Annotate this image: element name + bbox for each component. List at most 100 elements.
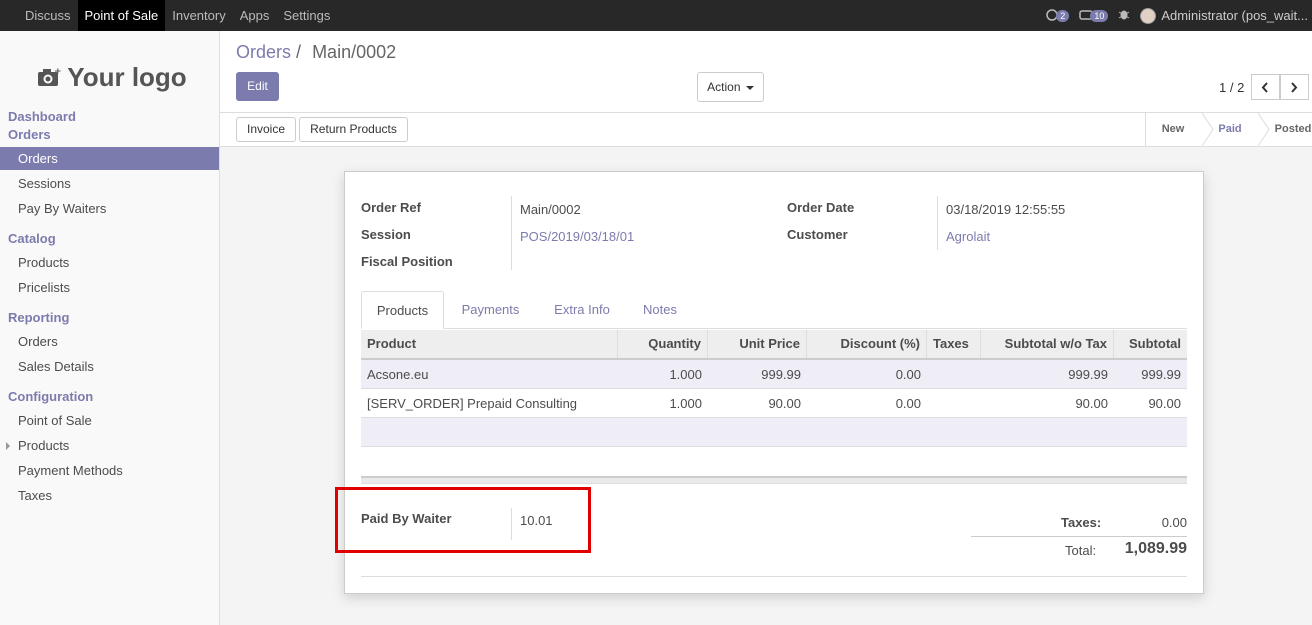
cell-product: [SERV_ORDER] Prepaid Consulting [367,396,578,411]
column-subtotal[interactable]: Subtotal [1114,330,1187,358]
cell-unit-price: 999.99 [761,367,801,382]
menu-point-of-sale[interactable]: Point of Sale [77,0,166,31]
sidebar-item-reporting-orders[interactable]: Orders [0,330,219,353]
column-quantity[interactable]: Quantity [618,330,708,358]
customer-label: Customer [787,227,848,242]
breadcrumb: Orders / Main/0002 [236,42,396,63]
order-date-value: 03/18/2019 12:55:55 [946,202,1066,217]
cell-subtotal: 999.99 [1141,367,1181,382]
cell-discount: 0.00 [895,396,921,411]
stage-divider [1145,113,1146,146]
total-value: 1,089.99 [1124,540,1187,557]
cell-unit-price: 90.00 [768,396,801,411]
cell-product: Acsone.eu [367,367,429,382]
sidebar: + Your logo Dashboard Orders Orders Sess… [0,31,220,625]
tab-notes[interactable]: Notes [631,291,689,329]
tab-products[interactable]: Products [361,291,444,329]
debug-bug-icon[interactable] [1118,8,1130,24]
sidebar-item-config-products[interactable]: Products [0,434,219,457]
total-label: Total: [1065,543,1097,558]
paid-by-waiter-label: Paid By Waiter [361,511,452,526]
return-products-button[interactable]: Return Products [299,117,408,142]
company-logo[interactable]: + Your logo [24,45,200,109]
field-divider [511,196,512,270]
column-discount[interactable]: Discount (%) [807,330,927,358]
camera-icon: + [38,67,61,86]
breadcrumb-orders-link[interactable]: Orders [236,42,291,62]
table-row[interactable]: [SERV_ORDER] Prepaid Consulting 1.000 90… [361,389,1187,418]
sheet-bottom-divider [361,576,1187,577]
cell-taxes [927,389,981,418]
field-divider [937,196,938,250]
tab-extra-info[interactable]: Extra Info [539,291,625,329]
chat-button[interactable]: 2 [1045,9,1070,22]
field-divider [511,508,512,540]
action-dropdown[interactable]: Action [697,72,764,102]
menu-settings[interactable]: Settings [276,0,337,31]
stage-new[interactable]: New [1152,113,1194,146]
order-ref-label: Order Ref [361,200,421,215]
activity-button[interactable]: 10 [1079,9,1109,22]
stage-posted[interactable]: Posted [1271,113,1312,146]
cell-discount: 0.00 [895,367,921,382]
sidebar-item-pay-by-waiters[interactable]: Pay By Waiters [0,197,219,220]
customer-link[interactable]: Agrolait [946,229,990,244]
column-unit-price[interactable]: Unit Price [708,330,807,358]
section-dashboard[interactable]: Dashboard [8,109,76,124]
section-catalog: Catalog [8,231,56,246]
sidebar-item-point-of-sale[interactable]: Point of Sale [0,409,219,432]
user-name: Administrator (pos_wait... [1161,8,1308,23]
pager-next-button[interactable] [1280,74,1309,100]
breadcrumb-separator: / [296,42,302,62]
tab-payments[interactable]: Payments [449,291,532,329]
cell-subtotal-wo-tax: 90.00 [1075,396,1108,411]
stage-paid[interactable]: Paid [1212,113,1248,146]
form-sheet: Order Ref Session Fiscal Position Main/0… [335,171,1204,594]
section-reporting: Reporting [8,310,70,325]
taxes-total-label: Taxes: [1061,515,1102,530]
pager-value[interactable]: 1 / 2 [1219,80,1244,95]
caret-down-icon [745,85,754,90]
cell-subtotal-wo-tax: 999.99 [1068,367,1108,382]
sidebar-item-payment-methods[interactable]: Payment Methods [0,459,219,482]
activity-count-badge: 10 [1090,9,1109,22]
app-menu: Discuss Point of Sale Inventory Apps Set… [0,0,337,31]
table-row[interactable]: Acsone.eu 1.000 999.99 0.00 999.99 999.9… [361,360,1187,389]
sidebar-item-label: Products [18,438,70,453]
chat-count-badge: 2 [1056,9,1070,22]
chevron-right-icon [1291,82,1298,93]
sidebar-item-sessions[interactable]: Sessions [0,172,219,195]
avatar [1140,7,1157,24]
session-label: Session [361,227,411,242]
session-link[interactable]: POS/2019/03/18/01 [520,229,634,244]
order-ref-value: Main/0002 [520,202,581,217]
edit-button[interactable]: Edit [236,72,279,101]
caret-right-icon [6,442,10,450]
cell-quantity: 1.000 [669,396,702,411]
cell-subtotal: 90.00 [1148,396,1181,411]
sidebar-item-products[interactable]: Products [0,251,219,274]
menu-apps[interactable]: Apps [233,0,277,31]
menu-discuss[interactable]: Discuss [18,0,78,31]
menu-inventory[interactable]: Inventory [165,0,232,31]
action-label: Action [707,80,741,94]
sidebar-item-taxes[interactable]: Taxes [0,484,219,507]
order-date-label: Order Date [787,200,855,215]
sidebar-item-pricelists[interactable]: Pricelists [0,276,219,299]
column-taxes[interactable]: Taxes [927,330,981,358]
fiscal-position-label: Fiscal Position [361,254,453,269]
breadcrumb-current: Main/0002 [312,42,397,62]
user-menu[interactable]: Administrator (pos_wait... [1140,7,1308,24]
table-header: Product Quantity Unit Price Discount (%)… [361,330,1187,360]
cell-taxes [927,360,981,389]
invoice-button[interactable]: Invoice [236,117,296,142]
sidebar-item-sales-details[interactable]: Sales Details [0,355,219,378]
pager-previous-button[interactable] [1251,74,1280,100]
svg-text:+: + [54,67,61,77]
table-row-empty [361,418,1187,447]
section-orders[interactable]: Orders [8,127,51,142]
sidebar-item-orders[interactable]: Orders [0,147,219,170]
section-configuration: Configuration [8,389,94,404]
column-subtotal-wo-tax[interactable]: Subtotal w/o Tax [981,330,1114,358]
column-product[interactable]: Product [361,330,618,358]
